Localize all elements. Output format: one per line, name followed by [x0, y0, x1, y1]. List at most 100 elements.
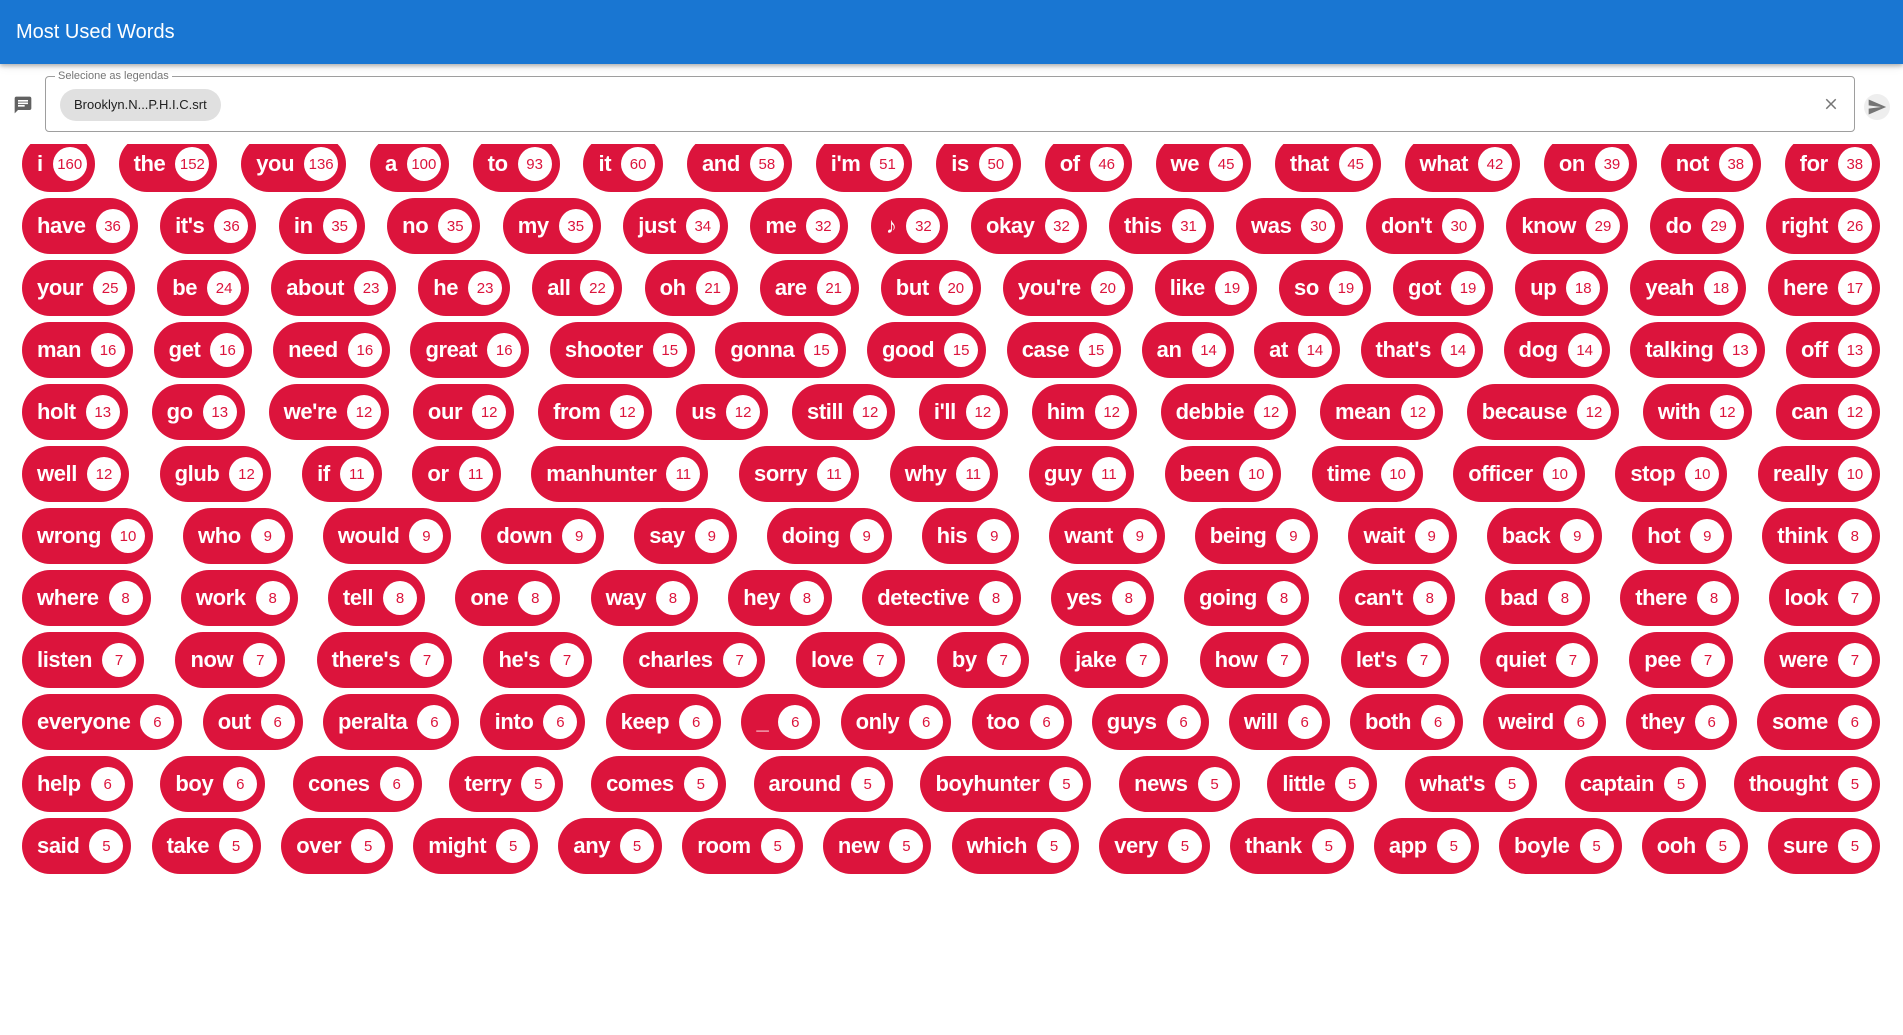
word-chip[interactable]: so 19: [1279, 260, 1371, 316]
word-chip[interactable]: need 16: [273, 322, 390, 378]
word-chip[interactable]: go 13: [151, 384, 245, 440]
word-chip[interactable]: new 5: [822, 818, 932, 874]
word-chip[interactable]: say 9: [634, 508, 737, 564]
word-chip[interactable]: guys 6: [1091, 694, 1209, 750]
word-chip[interactable]: at 14: [1254, 322, 1340, 378]
word-chip[interactable]: dog 14: [1503, 322, 1610, 378]
word-chip[interactable]: down 9: [481, 508, 605, 564]
word-chip[interactable]: let's 7: [1340, 632, 1449, 688]
word-chip[interactable]: going 8: [1184, 570, 1309, 626]
word-chip[interactable]: thought 5: [1733, 756, 1880, 812]
word-chip[interactable]: boyle 5: [1499, 818, 1622, 874]
word-chip[interactable]: cones 6: [293, 756, 422, 812]
word-chip[interactable]: here 17: [1768, 260, 1880, 316]
word-chip[interactable]: by 7: [936, 632, 1029, 688]
word-chip[interactable]: what's 5: [1404, 756, 1538, 812]
word-chip[interactable]: around 5: [753, 756, 893, 812]
word-chip[interactable]: i 160: [22, 144, 95, 192]
word-chip[interactable]: very 5: [1099, 818, 1210, 874]
word-chip[interactable]: thank 5: [1230, 818, 1354, 874]
word-chip[interactable]: app 5: [1373, 818, 1479, 874]
word-chip[interactable]: my 35: [502, 198, 601, 254]
word-chip[interactable]: detective 8: [862, 570, 1022, 626]
word-chip[interactable]: don't 30: [1365, 198, 1484, 254]
word-chip[interactable]: ♪ 32: [870, 198, 949, 254]
word-chip[interactable]: are 21: [759, 260, 859, 316]
word-chip[interactable]: a 100: [369, 144, 449, 192]
word-chip[interactable]: like 19: [1154, 260, 1257, 316]
word-chip[interactable]: there's 7: [316, 632, 453, 688]
word-chip[interactable]: peralta 6: [323, 694, 460, 750]
word-chip[interactable]: room 5: [682, 818, 803, 874]
word-chip[interactable]: do 29: [1650, 198, 1744, 254]
word-chip[interactable]: might 5: [413, 818, 539, 874]
word-chip[interactable]: what 42: [1404, 144, 1521, 192]
word-chip[interactable]: on 39: [1543, 144, 1637, 192]
word-chip[interactable]: he's 7: [483, 632, 592, 688]
word-chip[interactable]: that's 14: [1360, 322, 1483, 378]
word-chip[interactable]: be 24: [157, 260, 250, 316]
word-chip[interactable]: think 8: [1762, 508, 1880, 564]
word-chip[interactable]: we 45: [1155, 144, 1252, 192]
word-chip[interactable]: one 8: [455, 570, 561, 626]
word-chip[interactable]: can 12: [1776, 384, 1880, 440]
word-chip[interactable]: there 8: [1620, 570, 1740, 626]
word-chip[interactable]: out 6: [202, 694, 303, 750]
word-chip[interactable]: listen 7: [22, 632, 145, 688]
word-chip[interactable]: that 45: [1274, 144, 1381, 192]
word-chip[interactable]: too 6: [971, 694, 1072, 750]
word-chip[interactable]: comes 5: [591, 756, 726, 812]
word-chip[interactable]: holt 13: [22, 384, 128, 440]
word-chip[interactable]: of 46: [1044, 144, 1132, 192]
word-chip[interactable]: everyone 6: [22, 694, 183, 750]
word-chip[interactable]: now 7: [175, 632, 286, 688]
word-chip[interactable]: which 5: [951, 818, 1079, 874]
word-chip[interactable]: quiet 7: [1480, 632, 1598, 688]
word-chip[interactable]: yeah 18: [1630, 260, 1746, 316]
word-chip[interactable]: time 10: [1311, 446, 1423, 502]
word-chip[interactable]: mean 12: [1319, 384, 1443, 440]
word-chip[interactable]: hey 8: [728, 570, 832, 626]
word-chip[interactable]: your 25: [22, 260, 136, 316]
word-chip[interactable]: way 8: [590, 570, 698, 626]
word-chip[interactable]: back 9: [1486, 508, 1603, 564]
word-chip[interactable]: get 16: [153, 322, 253, 378]
word-chip[interactable]: is 50: [936, 144, 1021, 192]
word-chip[interactable]: doing 9: [766, 508, 892, 564]
word-chip[interactable]: oh 21: [644, 260, 738, 316]
word-chip[interactable]: ooh 5: [1641, 818, 1748, 874]
word-chip[interactable]: why 11: [889, 446, 999, 502]
word-chip[interactable]: about 23: [271, 260, 397, 316]
word-chip[interactable]: yes 8: [1051, 570, 1154, 626]
word-chip[interactable]: stop 10: [1615, 446, 1728, 502]
word-chip[interactable]: jake 7: [1060, 632, 1169, 688]
word-chip[interactable]: we're 12: [268, 384, 389, 440]
word-chip[interactable]: or 11: [412, 446, 501, 502]
word-chip[interactable]: you're 20: [1002, 260, 1133, 316]
word-chip[interactable]: been 10: [1164, 446, 1282, 502]
word-chip[interactable]: this 31: [1109, 198, 1214, 254]
word-chip[interactable]: from 12: [538, 384, 653, 440]
word-chip[interactable]: it 60: [583, 144, 664, 192]
word-chip[interactable]: talking 13: [1630, 322, 1766, 378]
word-chip[interactable]: he 23: [418, 260, 511, 316]
word-chip[interactable]: because 12: [1466, 384, 1620, 440]
word-chip[interactable]: up 18: [1515, 260, 1609, 316]
word-chip[interactable]: would 9: [322, 508, 452, 564]
word-chip[interactable]: over 5: [281, 818, 394, 874]
word-chip[interactable]: where 8: [22, 570, 151, 626]
word-chip[interactable]: the 152: [118, 144, 218, 192]
word-chip[interactable]: work 8: [180, 570, 298, 626]
word-chip[interactable]: guy 11: [1028, 446, 1134, 502]
word-chip[interactable]: to 93: [472, 144, 560, 192]
word-chip[interactable]: man 16: [22, 322, 134, 378]
word-chip[interactable]: said 5: [22, 818, 132, 874]
word-chip[interactable]: boy 6: [160, 756, 266, 812]
word-chip[interactable]: just 34: [623, 198, 728, 254]
word-chip[interactable]: case 15: [1006, 322, 1122, 378]
word-chip[interactable]: were 7: [1764, 632, 1880, 688]
word-chip[interactable]: take 5: [151, 818, 262, 874]
word-chip[interactable]: us 12: [676, 384, 769, 440]
word-chip[interactable]: have 36: [22, 198, 138, 254]
word-chip[interactable]: in 35: [278, 198, 365, 254]
